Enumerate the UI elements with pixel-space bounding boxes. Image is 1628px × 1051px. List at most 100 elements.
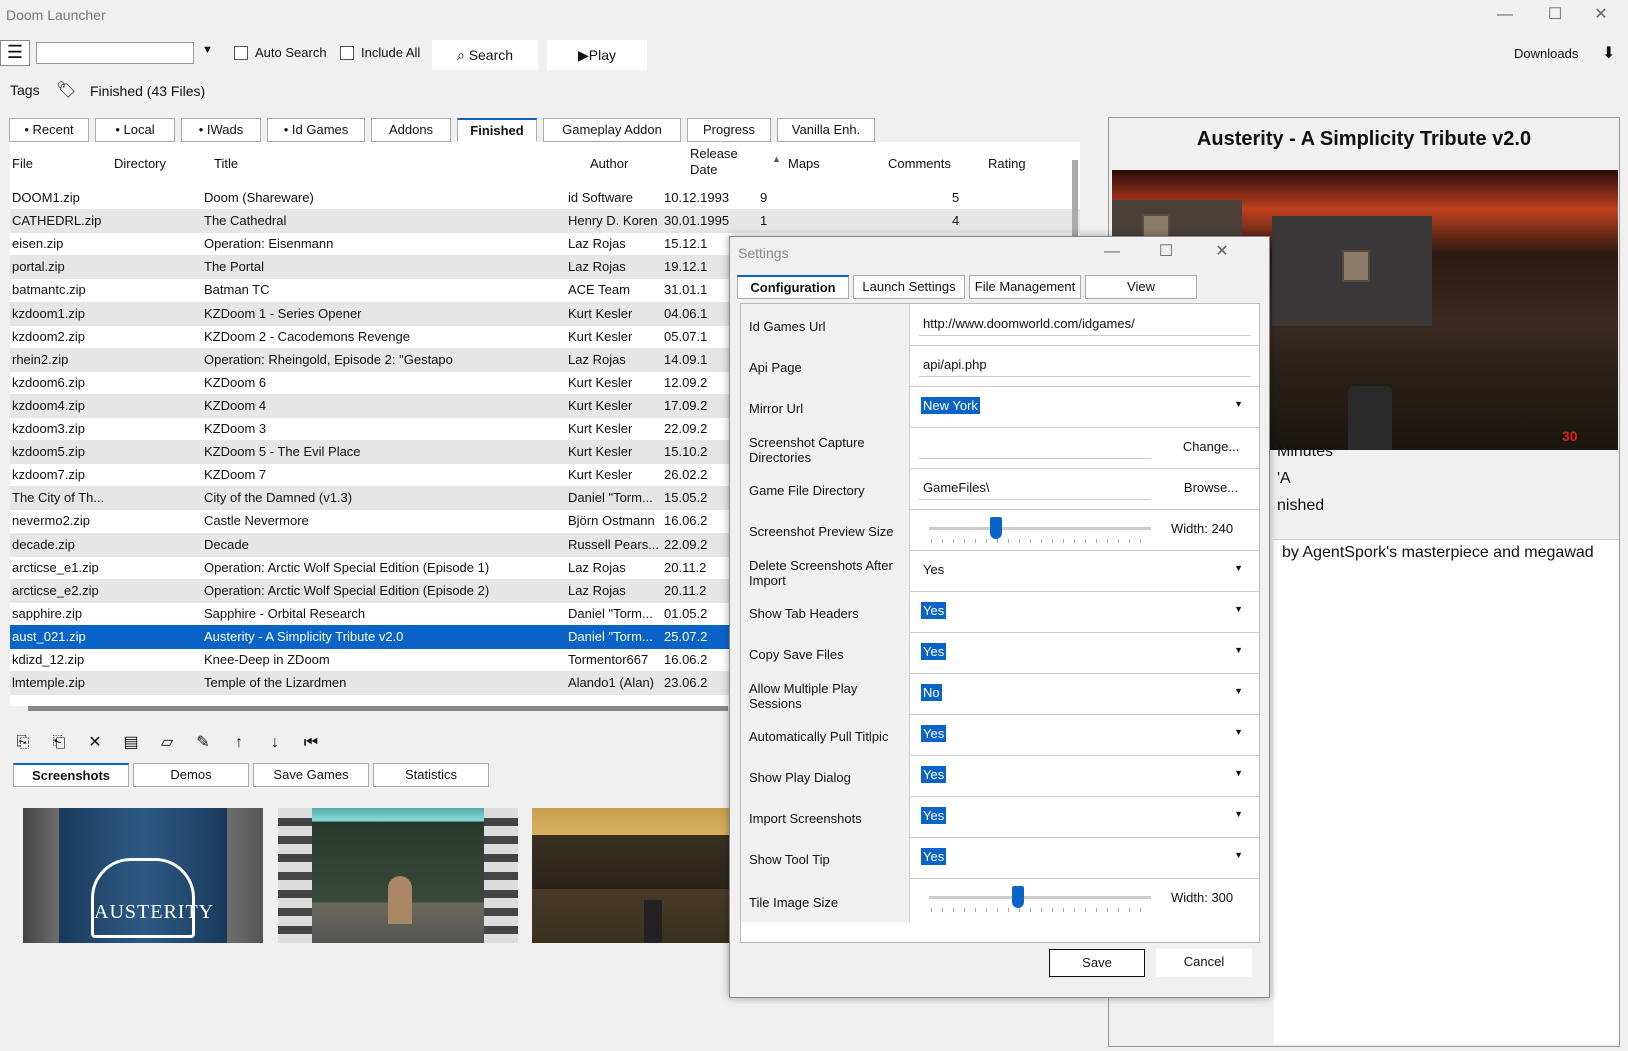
tab-demos[interactable]: Demos [133,763,249,787]
add-multiple-icon[interactable]: ⎗ [48,732,70,754]
auto-titlpic-select[interactable]: Yes ▼ [919,724,1251,746]
chevron-down-icon[interactable]: ▼ [1234,645,1243,655]
setting-label: Screenshot Preview Size [741,509,910,550]
add-file-icon[interactable]: ⎘ [12,732,34,754]
header-author[interactable]: Author [590,156,628,171]
edit-icon[interactable]: ✎ [192,732,214,754]
delete-icon[interactable]: ✕ [84,732,106,754]
include-all-checkbox[interactable] [340,46,354,60]
header-comments[interactable]: Comments [888,156,951,171]
slider-thumb[interactable] [1011,886,1024,908]
header-release-line2[interactable]: Date [690,162,717,177]
search-button[interactable]: ⌕ Search [432,40,538,70]
slider-thumb[interactable] [989,517,1002,539]
tab-id-games[interactable]: • Id Games [267,118,365,142]
hamburger-menu-icon[interactable]: ☰ [0,40,30,66]
tile-size-slider[interactable] [929,896,1151,899]
cancel-button[interactable]: Cancel [1156,949,1252,977]
tab-statistics[interactable]: Statistics [373,763,489,787]
tab-file-management[interactable]: File Management [969,275,1081,299]
auto-search-checkbox[interactable] [234,46,248,60]
setting-row: Show Tab Headers Yes ▼ [741,591,1259,633]
header-file[interactable]: File [12,156,33,171]
table-row[interactable]: CATHEDRL.zip The Cathedral Henry D. Koren 3… [10,209,1080,234]
chevron-down-icon[interactable]: ▼ [1234,850,1243,860]
search-dropdown-icon[interactable]: ▼ [202,44,213,56]
cell-file: aust_021.zip [12,628,86,644]
tab-local[interactable]: • Local [95,118,175,142]
setting-label: Id Games Url [741,304,910,345]
tab-finished[interactable]: Finished [457,118,537,142]
setting-row: Tile Image Size Width: 300 [741,878,1259,922]
chevron-down-icon[interactable]: ▼ [1234,768,1243,778]
downloads-link[interactable]: Downloads [1514,46,1578,61]
cell-file: rhein2.zip [12,351,69,367]
save-button[interactable]: Save [1049,949,1145,977]
tab-vanilla-enh[interactable]: Vanilla Enh. [777,118,875,142]
open-folder-icon[interactable]: ▱ [156,732,178,754]
file-icon[interactable]: ▤ [120,732,142,754]
chevron-down-icon[interactable]: ▼ [1234,809,1243,819]
tab-gameplay-addon[interactable]: Gameplay Addon [543,118,681,142]
tab-recent[interactable]: • Recent [9,118,89,142]
dialog-maximize-icon[interactable]: ☐ [1144,239,1188,265]
chevron-down-icon[interactable]: ▼ [1234,604,1243,614]
tab-launch-settings[interactable]: Launch Settings [853,275,965,299]
id-games-url-input[interactable]: http://www.doomworld.com/idgames/ [919,314,1251,336]
screenshot-capture-input[interactable] [919,437,1151,459]
dialog-minimize-icon[interactable]: — [1090,239,1134,265]
screenshot-thumbnail[interactable] [532,808,732,943]
close-icon[interactable]: ✕ [1578,2,1624,28]
download-icon[interactable]: ⬇ [1602,43,1615,63]
tab-iwads[interactable]: • IWads [181,118,261,142]
delete-after-import-select[interactable]: Yes ▼ [919,560,1251,582]
tab-progress[interactable]: Progress [687,118,771,142]
arrow-up-icon[interactable]: ↑ [228,732,250,754]
chevron-down-icon[interactable]: ▼ [1234,686,1243,696]
show-tool-tip-select[interactable]: Yes ▼ [919,847,1251,869]
copy-save-files-select[interactable]: Yes ▼ [919,642,1251,664]
table-row[interactable]: DOOM1.zip Doom (Shareware) id Software 10.1… [10,186,1080,210]
tab-configuration[interactable]: Configuration [737,275,849,299]
maximize-icon[interactable]: ☐ [1532,2,1578,28]
header-rating[interactable]: Rating [988,156,1026,171]
grid-horizontal-scrollbar[interactable] [28,706,728,711]
screenshot-thumbnail[interactable]: AUSTERITY [23,808,263,943]
skip-first-icon[interactable]: ⏮ [300,732,322,754]
tab-view[interactable]: View [1085,275,1197,299]
header-maps[interactable]: Maps [788,156,820,171]
mirror-url-select[interactable]: New York ▼ [919,396,1251,418]
preview-size-slider[interactable] [929,527,1151,530]
tags-icon[interactable]: 🏷 [56,80,76,100]
tab-addons[interactable]: Addons [371,118,451,142]
import-screenshots-select[interactable]: Yes ▼ [919,806,1251,828]
show-tab-headers-select[interactable]: Yes ▼ [919,601,1251,623]
cell-title: KZDoom 6 [204,374,267,390]
play-button[interactable]: ▶Play [547,40,647,70]
search-input[interactable] [36,42,194,64]
header-release-line1[interactable]: Release [690,146,738,161]
header-directory[interactable]: Directory [114,156,166,171]
select-value: Yes [921,807,947,824]
cell-author: Daniel "Torm... [568,628,653,644]
tab-screenshots[interactable]: Screenshots [13,763,129,787]
cell-author: Kurt Kesler [568,444,633,460]
api-page-input[interactable]: api/api.php [919,355,1251,377]
chevron-down-icon[interactable]: ▼ [1234,399,1243,409]
arrow-down-icon[interactable]: ↓ [264,732,286,754]
show-play-dialog-select[interactable]: Yes ▼ [919,765,1251,787]
minimize-icon[interactable]: — [1482,2,1528,28]
allow-multiple-select[interactable]: No ▼ [919,683,1251,705]
screenshot-thumbnail[interactable] [278,808,518,943]
change-button[interactable]: Change... [1167,433,1255,461]
chevron-down-icon[interactable]: ▼ [1234,563,1243,573]
chevron-down-icon[interactable]: ▼ [1234,727,1243,737]
dialog-close-icon[interactable]: ✕ [1200,239,1244,265]
browse-button[interactable]: Browse... [1167,474,1255,502]
auto-search-label: Auto Search [255,45,327,60]
cell-maps: 1 [760,213,768,229]
game-file-dir-input[interactable]: GameFiles\ [919,478,1151,500]
setting-label: Screenshot Capture Directories [741,427,910,468]
header-title[interactable]: Title [214,156,238,171]
tab-save-games[interactable]: Save Games [253,763,369,787]
